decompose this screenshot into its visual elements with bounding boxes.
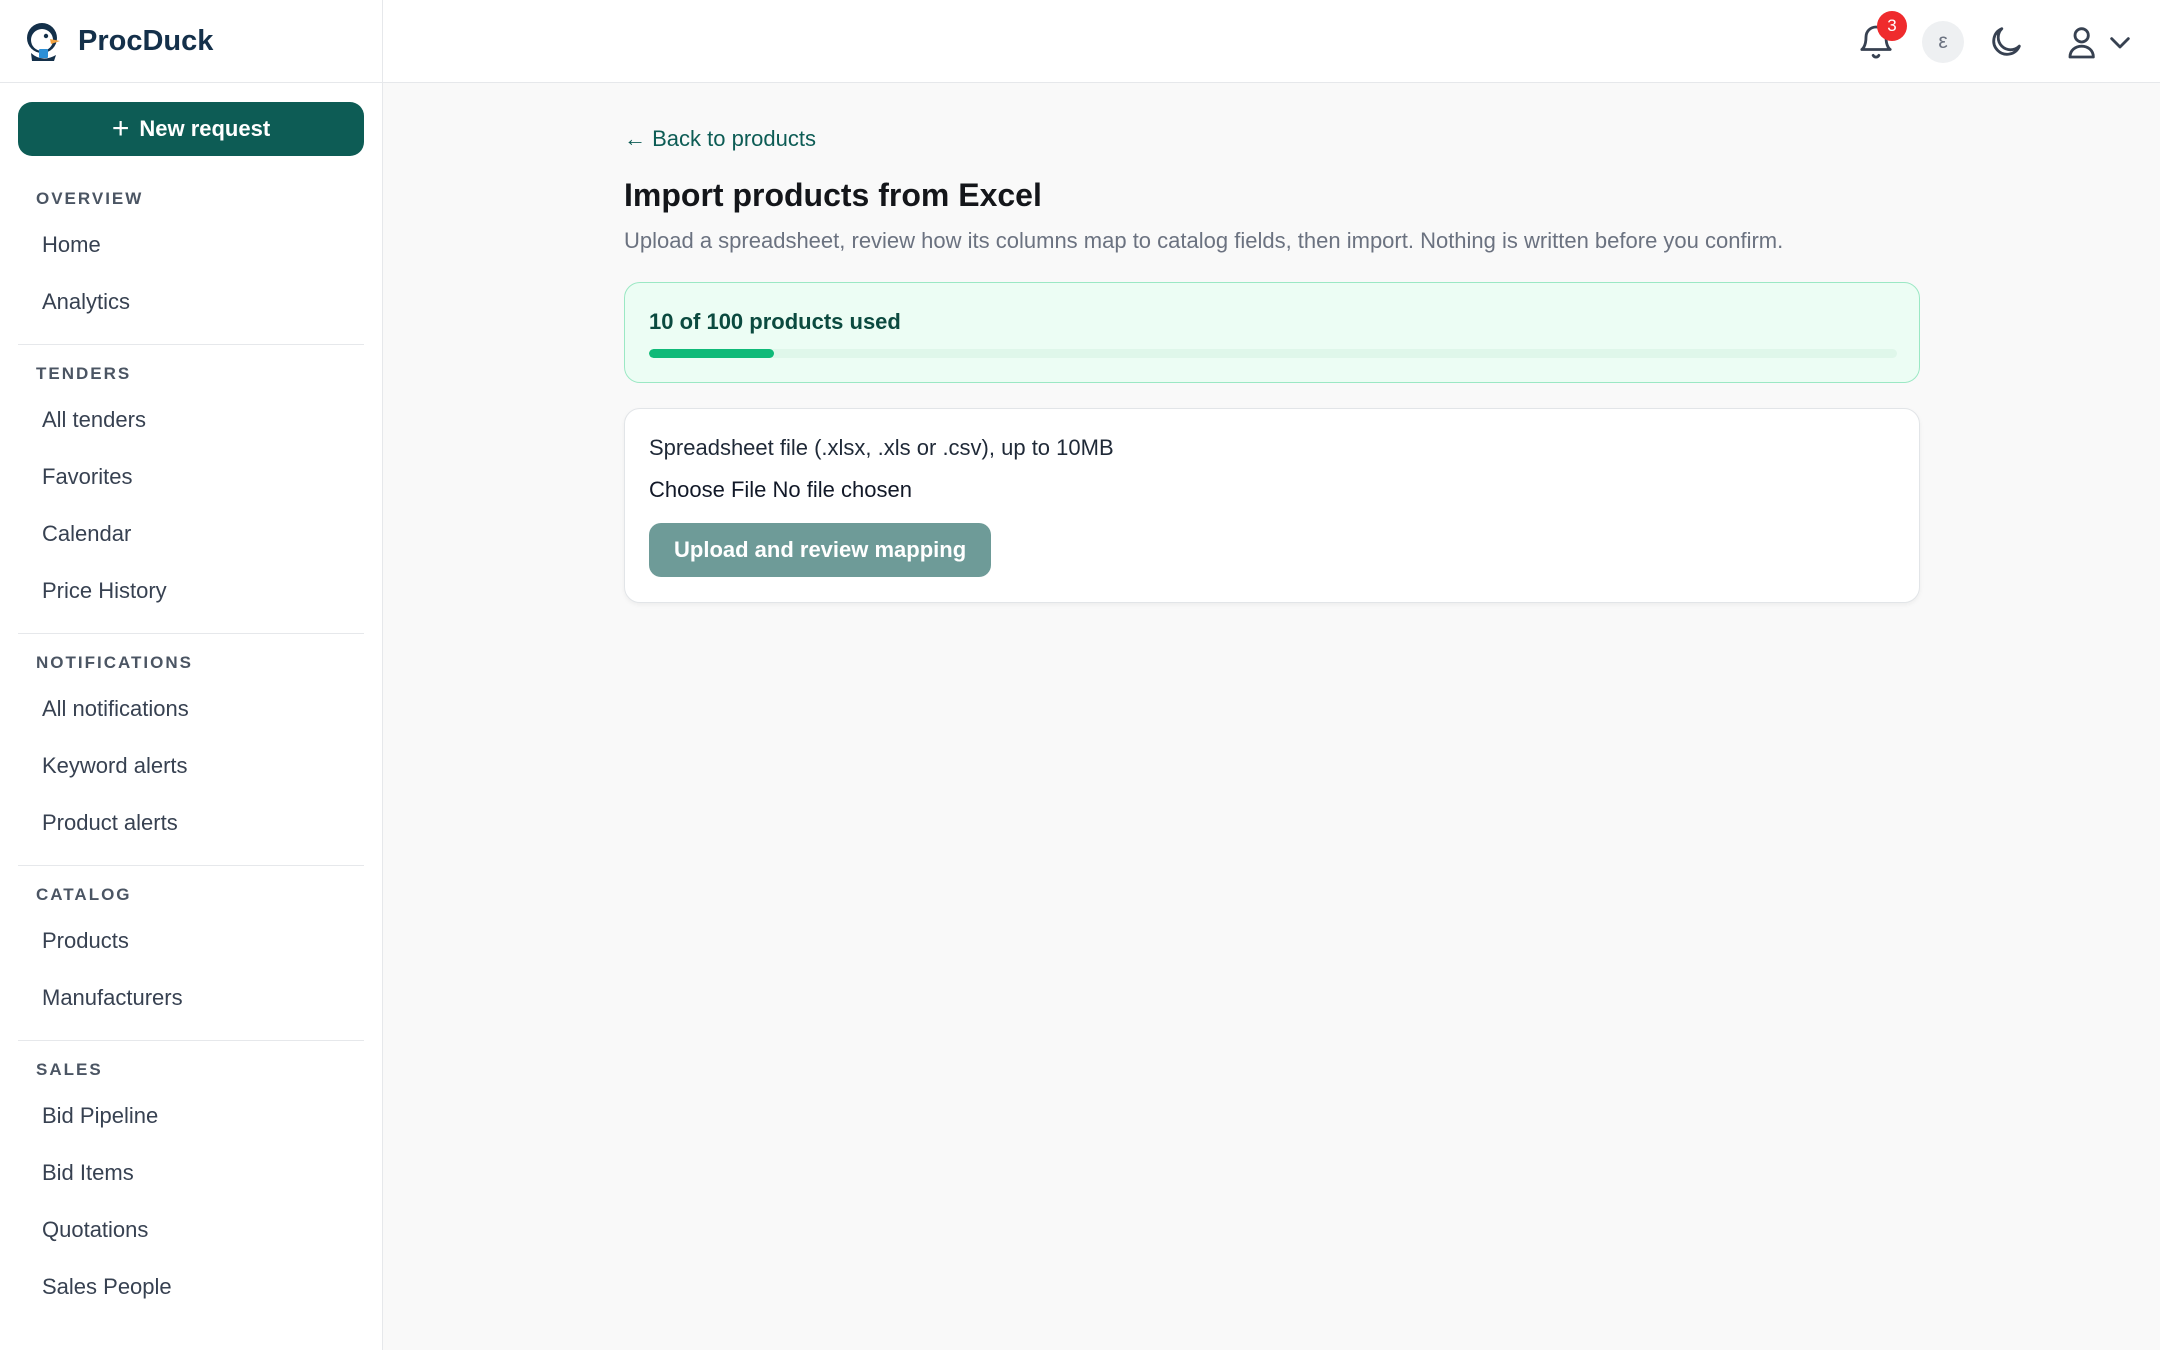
nav-heading: CATALOG — [36, 885, 132, 904]
sidebar-item-calendar[interactable]: Calendar — [18, 505, 364, 562]
nav-section-sales: SALES Bid Pipeline Bid Items Quotations … — [18, 1041, 364, 1329]
nav-section-tenders: TENDERS All tenders Favorites Calendar P… — [18, 345, 364, 634]
page-subtitle: Upload a spreadsheet, review how its col… — [624, 228, 1784, 253]
sidebar-item-analytics[interactable]: Analytics — [18, 273, 364, 330]
sidebar-item-manufacturers[interactable]: Manufacturers — [18, 969, 364, 1026]
usage-progress-bar — [649, 349, 1897, 358]
nav-heading: SALES — [36, 1060, 103, 1079]
nav-heading: OVERVIEW — [36, 189, 144, 208]
main-content: ← Back to products Import products from … — [624, 83, 1920, 603]
page-title: Import products from Excel — [624, 177, 1042, 213]
file-status: No file chosen — [772, 477, 912, 502]
file-input[interactable]: Choose File No file chosen — [649, 477, 1895, 503]
sidebar-item-bid-pipeline[interactable]: Bid Pipeline — [18, 1087, 364, 1144]
back-to-products-link[interactable]: ← Back to products — [624, 126, 816, 152]
upload-review-button[interactable]: Upload and review mapping — [649, 523, 992, 577]
nav-section-catalog: CATALOG Products Manufacturers — [18, 866, 364, 1041]
sidebar-item-products[interactable]: Products — [18, 912, 364, 969]
sidebar-item-bid-items[interactable]: Bid Items — [18, 1144, 364, 1201]
notification-badge: 3 — [1877, 11, 1907, 41]
usage-text: 10 of 100 products used — [649, 309, 901, 334]
file-field-label: Spreadsheet file (.xlsx, .xls or .csv), … — [649, 435, 1114, 460]
sidebar-item-product-alerts[interactable]: Product alerts — [18, 794, 364, 851]
upload-card: Spreadsheet file (.xlsx, .xls or .csv), … — [624, 408, 1920, 603]
sidebar-nav: OVERVIEW Home Analytics TENDERS All tend… — [18, 170, 364, 1329]
new-request-button[interactable]: + New request — [18, 102, 364, 156]
usage-progress-fill — [649, 349, 774, 358]
sidebar-item-sales-people[interactable]: Sales People — [18, 1258, 364, 1315]
usage-card: 10 of 100 products used — [624, 282, 1920, 383]
sidebar-item-all-notifications[interactable]: All notifications — [18, 680, 364, 737]
sidebar-item-all-tenders[interactable]: All tenders — [18, 391, 364, 448]
nav-section-overview: OVERVIEW Home Analytics — [18, 170, 364, 345]
plus-icon: + — [111, 112, 130, 145]
sidebar-item-favorites[interactable]: Favorites — [18, 448, 364, 505]
brand[interactable]: ProcDuck — [0, 0, 382, 83]
new-request-label: New request — [139, 116, 271, 141]
moon-icon[interactable] — [1986, 22, 2026, 62]
sidebar-item-price-history[interactable]: Price History — [18, 562, 364, 619]
brand-name: ProcDuck — [78, 24, 214, 57]
nav-heading: NOTIFICATIONS — [36, 653, 193, 672]
nav-heading: TENDERS — [36, 364, 132, 383]
sidebar-item-quotations[interactable]: Quotations — [18, 1201, 364, 1258]
sidebar: ProcDuck + New request OVERVIEW Home Ana… — [0, 0, 383, 1350]
choose-file-button[interactable]: Choose File — [649, 477, 766, 502]
avatar[interactable]: ε — [1922, 21, 1964, 63]
duck-logo-icon — [27, 23, 60, 61]
sidebar-item-keyword-alerts[interactable]: Keyword alerts — [18, 737, 364, 794]
topbar: 3 ε — [383, 0, 2160, 83]
nav-section-notifications: NOTIFICATIONS All notifications Keyword … — [18, 634, 364, 866]
user-menu-icon[interactable] — [2065, 22, 2135, 62]
sidebar-item-home[interactable]: Home — [18, 216, 364, 273]
